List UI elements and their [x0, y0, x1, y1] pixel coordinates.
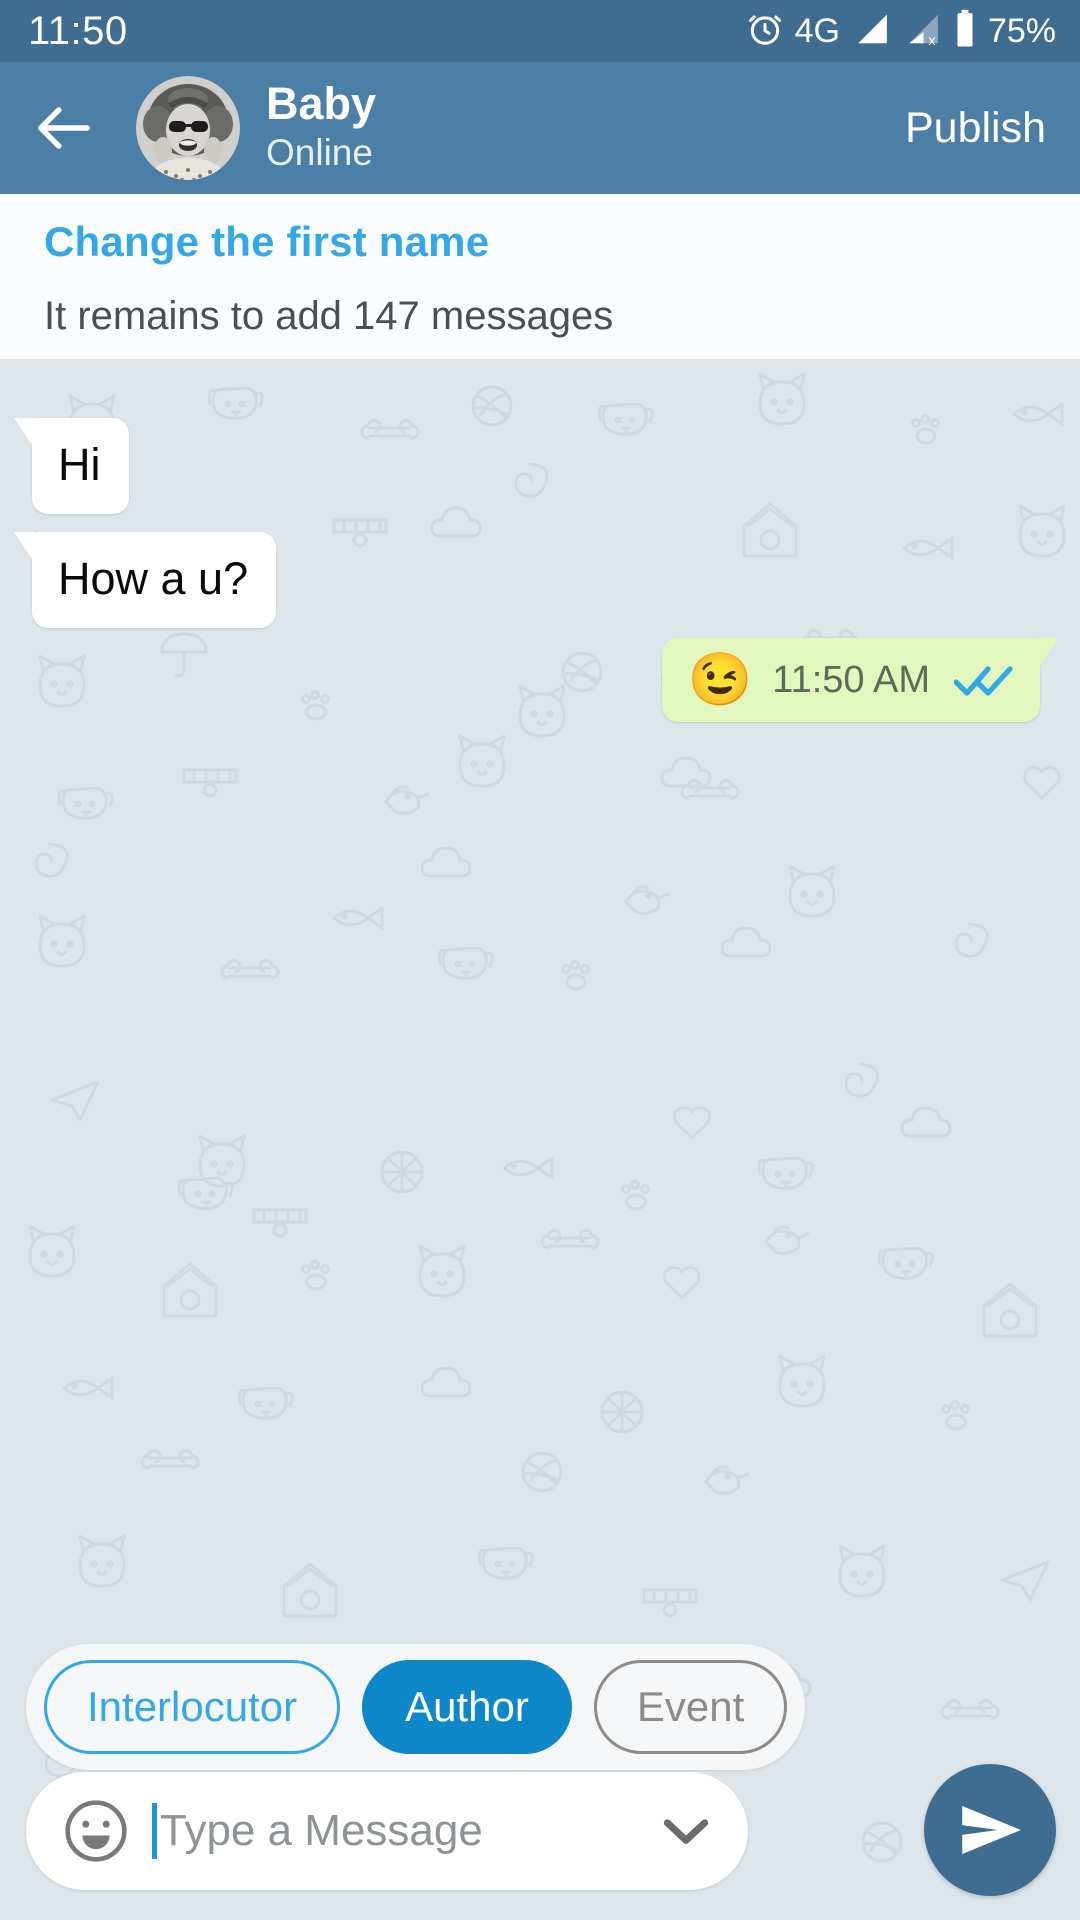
- peer-name: Baby: [266, 78, 377, 130]
- message-row-out: 😉 11:50 AM: [661, 638, 1059, 722]
- message-bubble-incoming[interactable]: Hi: [14, 418, 129, 514]
- signal-bars-no-service-icon: x: [902, 10, 942, 53]
- peer-status: Online: [266, 132, 373, 174]
- message-text: Hi: [58, 439, 101, 490]
- filter-pill-bar: Interlocutor Author Event: [26, 1644, 806, 1770]
- message-text: How a u?: [58, 553, 249, 604]
- network-type-label: 4G: [794, 11, 840, 50]
- avatar[interactable]: [136, 76, 240, 180]
- status-time: 11:50: [28, 8, 128, 53]
- filter-pill-interlocutor[interactable]: Interlocutor: [44, 1660, 341, 1754]
- chat-screen: 11:50 4G x 75% Baby Online Publish Chang…: [0, 0, 1080, 1920]
- filter-pill-event[interactable]: Event: [593, 1660, 788, 1754]
- avatar-photo-icon: [136, 76, 240, 180]
- send-button[interactable]: [924, 1764, 1056, 1896]
- peer-info[interactable]: Baby Online: [266, 80, 899, 176]
- send-paper-plane-icon: [962, 1805, 1021, 1855]
- smiley-face-icon[interactable]: [62, 1797, 130, 1865]
- arrow-left-icon: [38, 107, 90, 149]
- info-panel: Change the first name It remains to add …: [0, 194, 1080, 360]
- message-input-bar[interactable]: Type a Message: [26, 1772, 748, 1890]
- message-timestamp: 11:50 AM: [772, 658, 930, 701]
- chevron-down-icon[interactable]: [644, 1811, 714, 1851]
- message-bubble-incoming[interactable]: How a u?: [13, 532, 277, 628]
- message-input[interactable]: Type a Message: [160, 1806, 644, 1856]
- text-cursor: [152, 1803, 157, 1859]
- message-row-in: How a u?: [13, 532, 277, 628]
- remaining-messages-label: It remains to add 147 messages: [44, 294, 614, 338]
- svg-text:x: x: [928, 32, 935, 47]
- double-check-icon: [954, 663, 1014, 697]
- publish-button[interactable]: Publish: [899, 94, 1052, 163]
- winking-face-emoji: 😉: [687, 651, 753, 709]
- filter-pill-author[interactable]: Author: [362, 1660, 572, 1754]
- change-first-name-link[interactable]: Change the first name: [44, 218, 489, 266]
- status-indicators: 4G x 75%: [746, 9, 1056, 54]
- battery-icon: [953, 9, 977, 54]
- chat-header: Baby Online Publish: [0, 62, 1080, 194]
- alarm-clock-icon: [746, 10, 784, 53]
- message-row-in: Hi: [14, 418, 129, 514]
- back-button[interactable]: [28, 92, 100, 164]
- signal-bars-icon: [851, 10, 891, 53]
- status-bar: 11:50 4G x 75%: [0, 0, 1080, 62]
- battery-percent-label: 75%: [987, 11, 1056, 50]
- message-bubble-outgoing[interactable]: 😉 11:50 AM: [661, 638, 1059, 722]
- message-list[interactable]: Hi How a u? 😉 11:50 AM Interlocutor Auth…: [0, 360, 1080, 1920]
